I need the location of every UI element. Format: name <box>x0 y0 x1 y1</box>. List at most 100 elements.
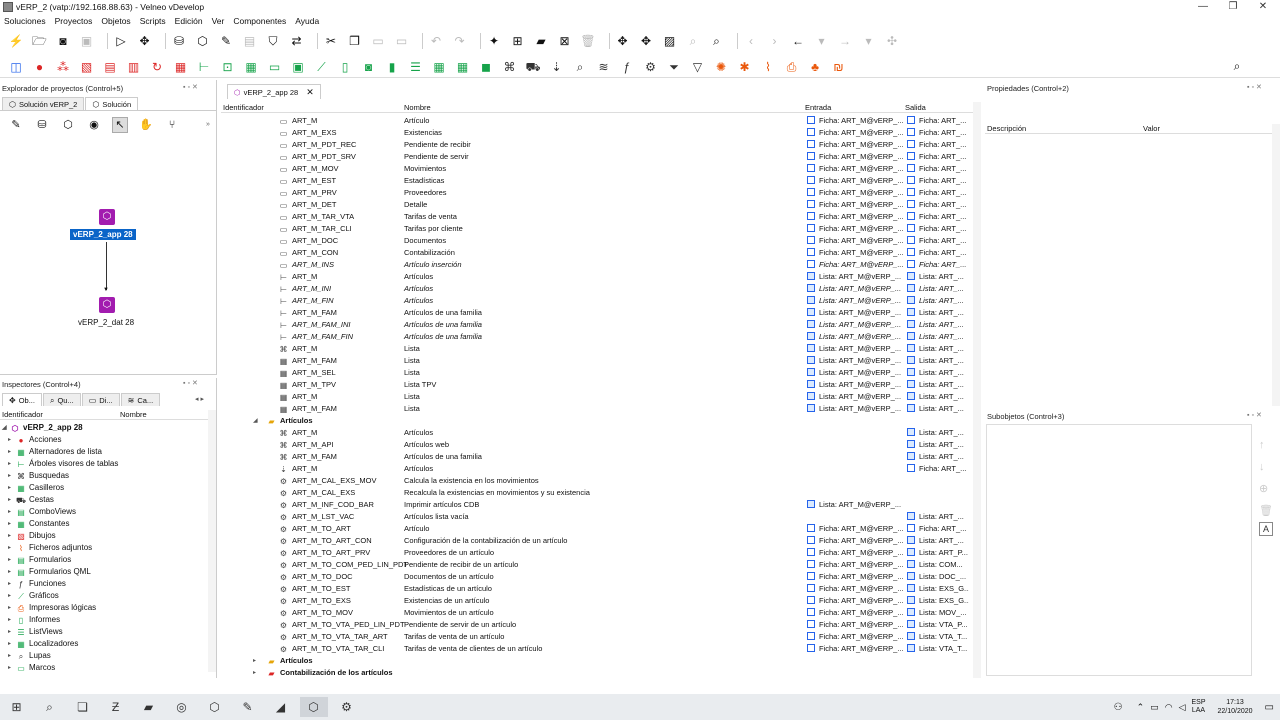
table-row[interactable]: ▦ ART_M_FAM Lista Lista: ART_M@vERP_... List… <box>221 403 973 415</box>
inspector-item[interactable]: ▸ ▦ Casilleros <box>8 482 64 494</box>
back-icon[interactable]: ← <box>790 33 806 49</box>
panel-buttons[interactable]: ▪▫✕ <box>183 379 200 387</box>
table-row[interactable]: ⚙ ART_M_TO_VTA_TAR_CLI Tarifas de venta de… <box>221 643 973 655</box>
chrome-icon[interactable]: ◎ <box>168 697 196 717</box>
tree-folder[interactable]: ▸ ▰ Contabilización de los artículos <box>221 667 973 679</box>
paste-special-icon[interactable]: ▭ <box>394 33 410 49</box>
col-nombre[interactable]: Nombre <box>404 102 431 113</box>
layers-icon[interactable]: ≋ <box>596 59 612 75</box>
chevron-right-icon[interactable]: ▸ <box>8 494 16 506</box>
edit-icon[interactable]: ✎ <box>218 33 234 49</box>
table-row[interactable]: ⊢ ART_M Artículos Lista: ART_M@vERP_... List… <box>221 271 973 283</box>
inspector-scrollbar[interactable] <box>208 410 216 672</box>
col-entrada[interactable]: Entrada <box>805 102 831 113</box>
menu-1[interactable]: Proyectos <box>55 16 93 26</box>
tab-scroll-icon[interactable]: ◂ ▸ <box>195 395 204 403</box>
close-tab-icon[interactable]: ✕ <box>306 85 314 100</box>
table-row[interactable]: ⚙ ART_M_TO_ART Artículo Ficha: ART_M@vERP_.… <box>221 523 973 535</box>
person-icon[interactable]: ⚇ <box>1114 702 1123 713</box>
network-icon[interactable]: ▭ <box>1150 702 1159 713</box>
subobjects-list[interactable] <box>986 424 1252 676</box>
chart-icon[interactable]: ⟋ <box>314 59 330 75</box>
chevron-down-icon[interactable]: ◢ <box>253 415 258 427</box>
find-object-icon[interactable]: ⌕ <box>709 33 725 49</box>
binoculars-icon[interactable]: ⌘ <box>502 59 518 75</box>
chevron-right-icon[interactable]: ▸ <box>8 626 16 638</box>
task-view-icon[interactable]: ❏ <box>69 697 97 717</box>
chevron-right-icon[interactable]: ▸ <box>8 578 16 590</box>
doc-tab[interactable]: ⬡ vERP_2_app 28 ✕ <box>227 84 321 99</box>
table-row[interactable]: ▦ ART_M Lista Lista: ART_M@vERP_... Lista: A… <box>221 391 973 403</box>
picture-icon[interactable]: ▧ <box>79 59 95 75</box>
attachment-icon[interactable]: ⌇ <box>760 59 776 75</box>
slider-icon[interactable]: ▮ <box>384 59 400 75</box>
table-row[interactable]: ⚙ ART_M_TO_COM_PED_LIN_PDT Pendiente de re… <box>221 559 973 571</box>
magic-wand-icon[interactable]: ✦ <box>486 33 502 49</box>
table-row[interactable]: ⚙ ART_M_TO_ART_CON Configuración de la con… <box>221 535 973 547</box>
inspector-item[interactable]: ▸ ▧ Dibujos <box>8 530 56 542</box>
chevron-right-icon[interactable]: ▸ <box>8 566 16 578</box>
inspector-item[interactable]: ▸ ☰ ListViews <box>8 626 63 638</box>
hexagon-icon[interactable]: ⬡ <box>60 117 76 133</box>
col-nombre[interactable]: Nombre <box>120 410 147 419</box>
table-row[interactable]: ▦ ART_M_FAM Lista Lista: ART_M@vERP_... List… <box>221 355 973 367</box>
table-row[interactable]: ⚙ ART_M_TO_EXS Existencias de un artículo F… <box>221 595 973 607</box>
inspector-item[interactable]: ▸ ▦ Constantes <box>8 518 69 530</box>
app-node-icon[interactable]: ⬡ <box>99 209 115 225</box>
chevron-right-icon[interactable]: ▸ <box>8 482 16 494</box>
basket-icon[interactable]: ⛟ <box>525 59 541 75</box>
col-salida[interactable]: Salida <box>905 102 926 113</box>
wifi-icon[interactable]: ◠ <box>1165 702 1173 713</box>
dat-node-label[interactable]: vERP_2_dat 28 <box>75 317 137 328</box>
move-icon[interactable]: ✣ <box>884 33 900 49</box>
maximize-button[interactable]: ❐ <box>1218 0 1248 14</box>
table-row[interactable]: ⚙ ART_M_TO_DOC Documentos de un artículo Fi… <box>221 571 973 583</box>
menu-2[interactable]: Objetos <box>101 16 130 26</box>
chevron-right-icon[interactable]: ▸ <box>8 662 16 674</box>
table-row[interactable]: ⊢ ART_M_FAM_FIN Artículos de una familia Li… <box>221 331 973 343</box>
chevron-right-icon[interactable]: ▸ <box>253 655 256 667</box>
tab-solution[interactable]: ⬡ Solución <box>85 97 139 110</box>
close-button[interactable]: ✕ <box>1248 0 1278 14</box>
function-icon[interactable]: ƒ <box>619 59 635 75</box>
inspector-item[interactable]: ▸ ● Acciones <box>8 434 61 446</box>
sun-icon[interactable]: ✺ <box>713 59 729 75</box>
table-row[interactable]: ▭ ART_M_MOV Movimientos Ficha: ART_M@vERP_.… <box>221 163 973 175</box>
branch-icon[interactable]: ⑂ <box>164 117 180 133</box>
dock-icon[interactable]: ⊡ <box>220 59 236 75</box>
col-valor[interactable]: Valor <box>1143 124 1160 133</box>
chevron-right-icon[interactable]: ▸ <box>8 506 16 518</box>
dat-node-icon[interactable]: ⬡ <box>99 297 115 313</box>
grid-list-icon[interactable]: ▦ <box>431 59 447 75</box>
table-row[interactable]: ⊢ ART_M_FAM_INI Artículos de una familia Li… <box>221 319 973 331</box>
inspector-root[interactable]: ◢ ⬡ vERP_2_app 28 <box>2 422 83 434</box>
app-icon[interactable]: ✎ <box>234 697 262 717</box>
table-row[interactable]: ▭ ART_M_PRV Proveedores Ficha: ART_M@vERP_.… <box>221 187 973 199</box>
nav-first-icon[interactable]: ‹ <box>743 33 759 49</box>
table-row[interactable]: ⚙ ART_M_TO_VTA_TAR_ART Tarifas de venta de… <box>221 631 973 643</box>
list-form-icon[interactable]: ▥ <box>126 59 142 75</box>
lightning-icon[interactable]: ⚡ <box>8 33 24 49</box>
table-row[interactable]: ▭ ART_M_DOC Documentos Ficha: ART_M@vERP_..… <box>221 235 973 247</box>
table-row[interactable]: ⊢ ART_M_FAM Artículos de una familia Lista:… <box>221 307 973 319</box>
panel-icon[interactable]: ▣ <box>290 59 306 75</box>
copy-icon[interactable]: ❐ <box>347 33 363 49</box>
tree-folder[interactable]: ◢ ▰ Artículos <box>221 415 973 427</box>
panel-buttons[interactable]: ▪▫✕ <box>183 83 200 91</box>
zoom-icon[interactable]: ⌕ <box>685 33 701 49</box>
tab-queries[interactable]: ⌕ Qu... <box>42 393 81 406</box>
delete-icon[interactable]: 🗑 <box>1259 500 1273 522</box>
table-row[interactable]: ⚙ ART_M_TO_EST Estadísticas de un artículo… <box>221 583 973 595</box>
object-icon[interactable]: ◫ <box>8 59 24 75</box>
chevron-right-icon[interactable]: ▸ <box>253 667 256 679</box>
tree-icon[interactable]: ⊢ <box>196 59 212 75</box>
menu-6[interactable]: Componentes <box>233 16 286 26</box>
currency-icon[interactable]: ₪ <box>831 59 847 75</box>
explorer-icon[interactable]: ▰ <box>135 697 163 717</box>
form-icon[interactable]: ▤ <box>102 59 118 75</box>
table-row[interactable]: ⚙ ART_M_TO_VTA_PED_LIN_PDT Pendiente de se… <box>221 619 973 631</box>
play-icon[interactable]: ▷ <box>113 33 129 49</box>
chevron-right-icon[interactable]: ▸ <box>8 554 16 566</box>
menu-7[interactable]: Ayuda <box>295 16 319 26</box>
inspector-item[interactable]: ▸ ▦ Localizadores <box>8 638 78 650</box>
